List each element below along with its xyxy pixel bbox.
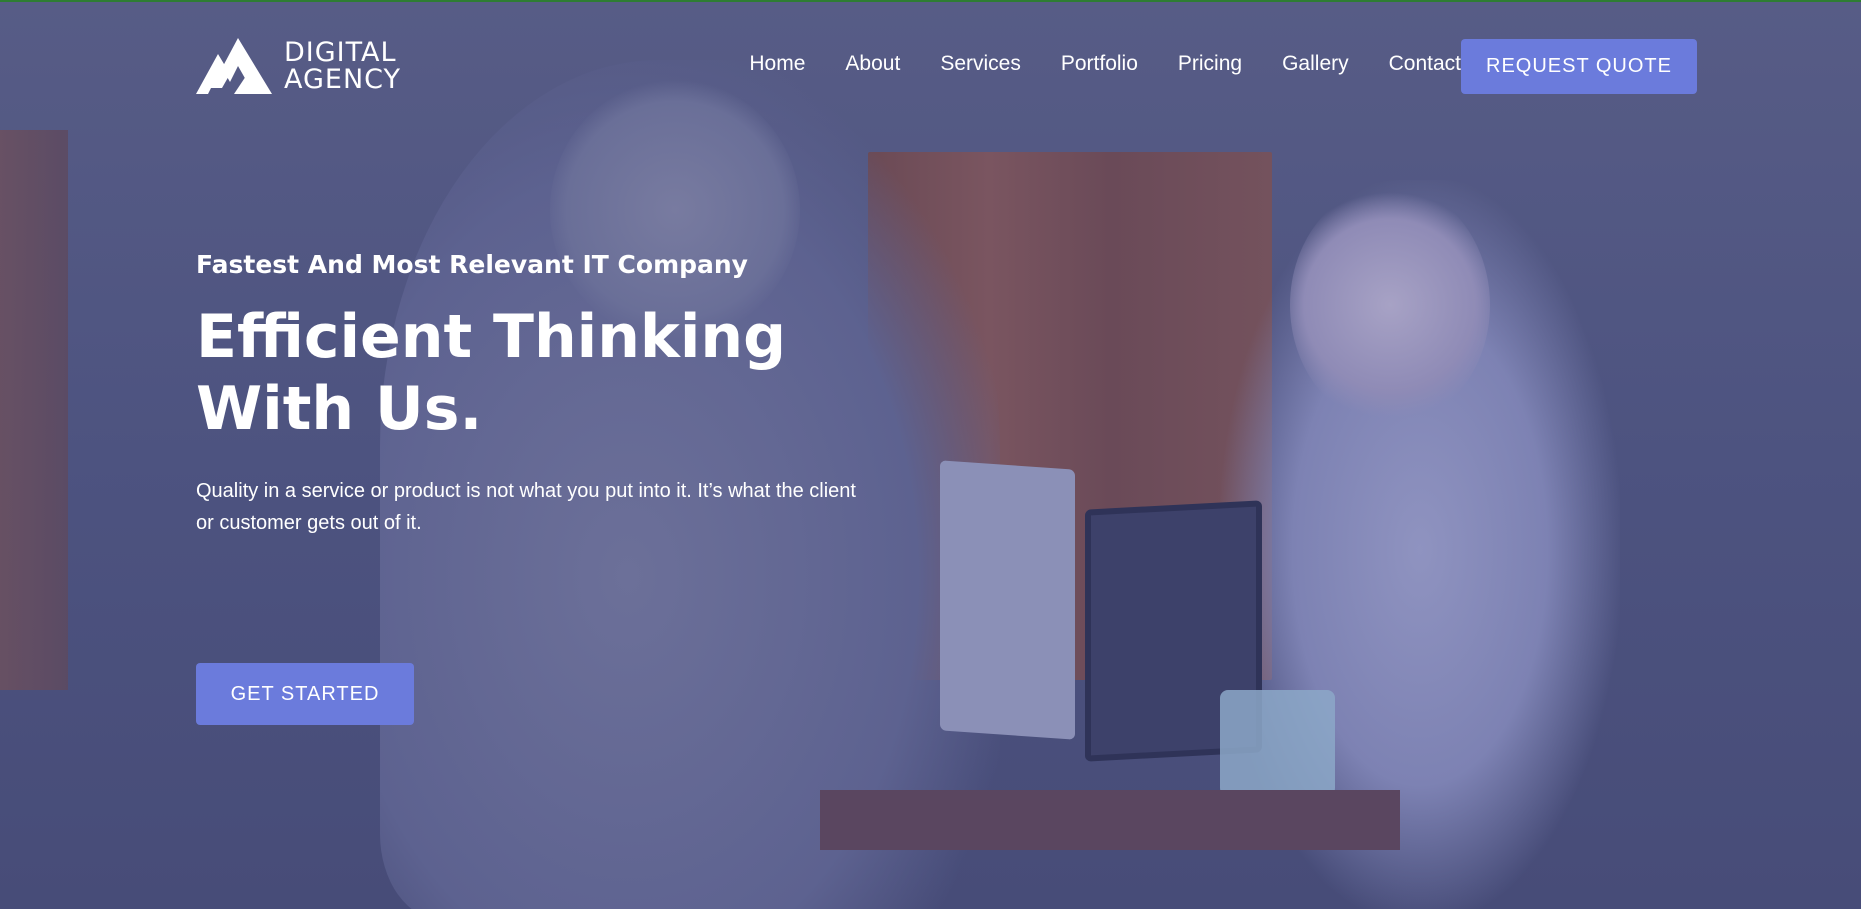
brand-line-2: AGENCY (284, 64, 402, 95)
hero-content: Fastest And Most Relevant IT Company Eff… (196, 250, 896, 539)
nav-home[interactable]: Home (749, 52, 805, 76)
nav-portfolio[interactable]: Portfolio (1061, 52, 1138, 76)
hero-headline-line-2: With Us. (196, 374, 483, 444)
brand-logo[interactable]: DIGITAL AGENCY (196, 38, 401, 94)
mountain-logo-icon (196, 38, 272, 94)
person-right-head (1290, 185, 1490, 425)
table (820, 790, 1400, 850)
nav-pricing[interactable]: Pricing (1178, 52, 1242, 76)
request-quote-button[interactable]: REQUEST QUOTE (1461, 39, 1697, 94)
nav-contact[interactable]: Contact (1389, 52, 1461, 76)
laptop-lid (940, 460, 1075, 740)
main-navigation: Home About Services Portfolio Pricing Ga… (749, 52, 1461, 76)
hero-description: Quality in a service or product is not w… (196, 480, 856, 534)
get-started-button[interactable]: GET STARTED (196, 663, 414, 725)
hero-kicker: Fastest And Most Relevant IT Company (196, 250, 748, 279)
hero-headline: Efficient Thinking With Us. (196, 301, 896, 445)
site-header: DIGITAL AGENCY Home About Services Portf… (0, 0, 1861, 130)
hero-headline-line-1: Efficient Thinking (196, 302, 787, 372)
brand-wordmark: DIGITAL AGENCY (284, 39, 401, 93)
nav-about[interactable]: About (845, 52, 900, 76)
wood-panel-left (0, 130, 68, 690)
nav-services[interactable]: Services (940, 52, 1021, 76)
nav-gallery[interactable]: Gallery (1282, 52, 1349, 76)
brand-line-1: DIGITAL (284, 37, 397, 68)
